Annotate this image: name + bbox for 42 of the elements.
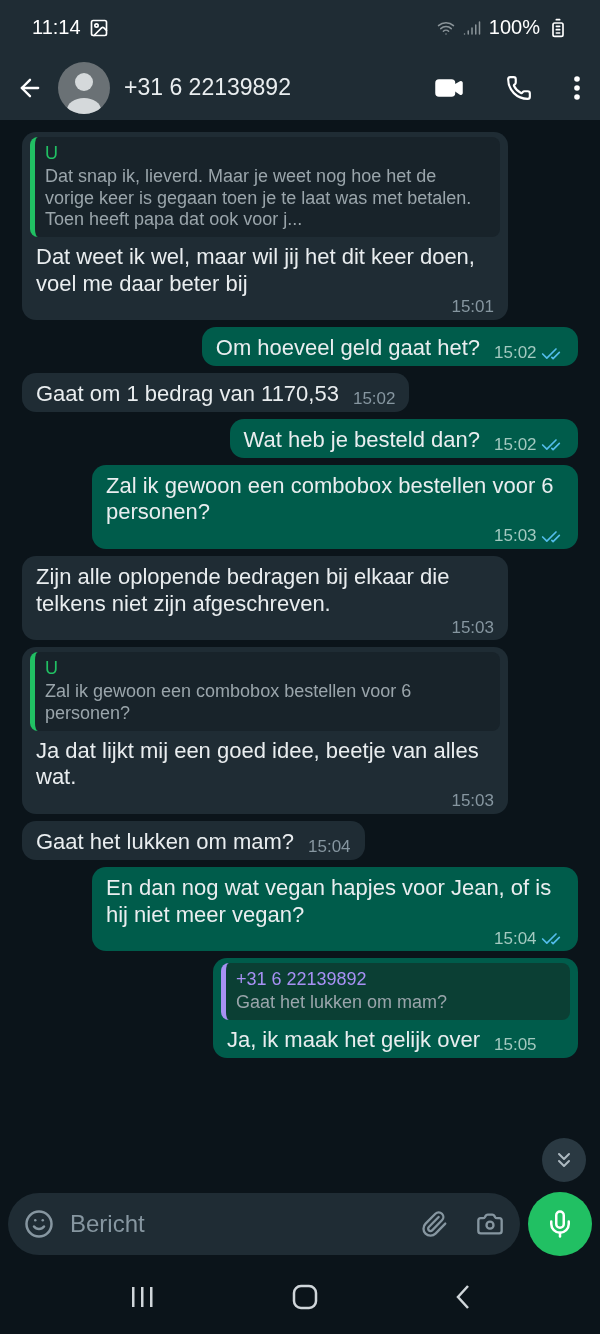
attach-icon[interactable] <box>420 1210 448 1238</box>
message-time: 15:01 <box>451 297 494 319</box>
message-text: Ja, ik maak het gelijk over <box>226 1026 480 1054</box>
quoted-message[interactable]: U Zal ik gewoon een combobox bestellen voor 6 personen? <box>30 652 500 731</box>
quote-author: +31 6 22139892 <box>235 969 368 991</box>
message-bar[interactable]: Bericht <box>8 1193 520 1255</box>
message-text: Ja dat lijkt mij een goed idee, beetje van alles wat. <box>36 737 480 792</box>
contact-name[interactable]: +31 6 22139892 <box>124 74 398 101</box>
message-time: 15:05 <box>494 1034 537 1056</box>
avatar[interactable] <box>58 61 110 114</box>
message-time: 15:02 <box>352 389 396 410</box>
message-text: Gaat om 1 bedrag van 1170,53 <box>36 381 339 408</box>
message-time: 15:03 <box>494 526 537 548</box>
message-text: Zal ik gewoon een combobox bestellen voor 6 personen? <box>106 472 555 527</box>
scroll-down-button[interactable] <box>542 1138 586 1182</box>
phone-icon <box>506 74 532 101</box>
message-text: Wat heb je besteld dan? <box>243 426 480 454</box>
quote-author: U <box>45 143 59 164</box>
message-text: Dat weet ik wel, maar wil jij het dit keer doen, voel me daar beter bij <box>36 243 476 298</box>
message-time: 15:02 <box>494 343 537 364</box>
signal-icon <box>462 18 481 37</box>
menu-icon <box>574 75 580 100</box>
message-text: En dan nog wat vegan hapjes voor Jean, of is hij niet meer vegan? <box>106 874 553 929</box>
message-field[interactable]: Bericht <box>68 1209 406 1239</box>
message-time: 15:03 <box>451 791 494 812</box>
emoji-icon[interactable] <box>24 1209 54 1239</box>
quote-author: U <box>45 658 59 680</box>
image-icon <box>88 17 109 38</box>
message-time: 15:03 <box>451 617 494 639</box>
quoted-message[interactable]: U Dat snap ik, lieverd. Maar je weet nog hoe het de vorige keer is gegaan toen je te laat was met betalen. Toen heeft papa dat ook voor j... <box>30 137 500 237</box>
message-text: Om hoeveel geld gaat het? <box>215 335 480 362</box>
message-text: Zijn alle oplopende bedragen bij elkaar die telkens niet zijn afgeschreven. <box>36 564 451 618</box>
message-time: 15:04 <box>308 837 351 858</box>
message-time: 15:04 <box>494 928 537 950</box>
quote-text: Dat snap ik, lieverd. Maar je weet nog hoe het de vorige keer is gegaan toen je te laat was met betalen. Toen heeft papa dat ook voor j... <box>45 166 473 231</box>
clock: 11:14 <box>32 16 81 39</box>
quoted-message[interactable]: +31 6 22139892 Gaat het lukken om mam? <box>220 963 570 1020</box>
quote-text: Gaat het lukken om mam? <box>235 992 448 1014</box>
quote-text: Zal ik gewoon een combobox bestellen voor 6 personen? <box>45 681 413 725</box>
battery-level: 100% <box>488 16 540 39</box>
message-text: Gaat het lukken om mam? <box>36 829 294 856</box>
message-time: 15:02 <box>494 434 537 456</box>
